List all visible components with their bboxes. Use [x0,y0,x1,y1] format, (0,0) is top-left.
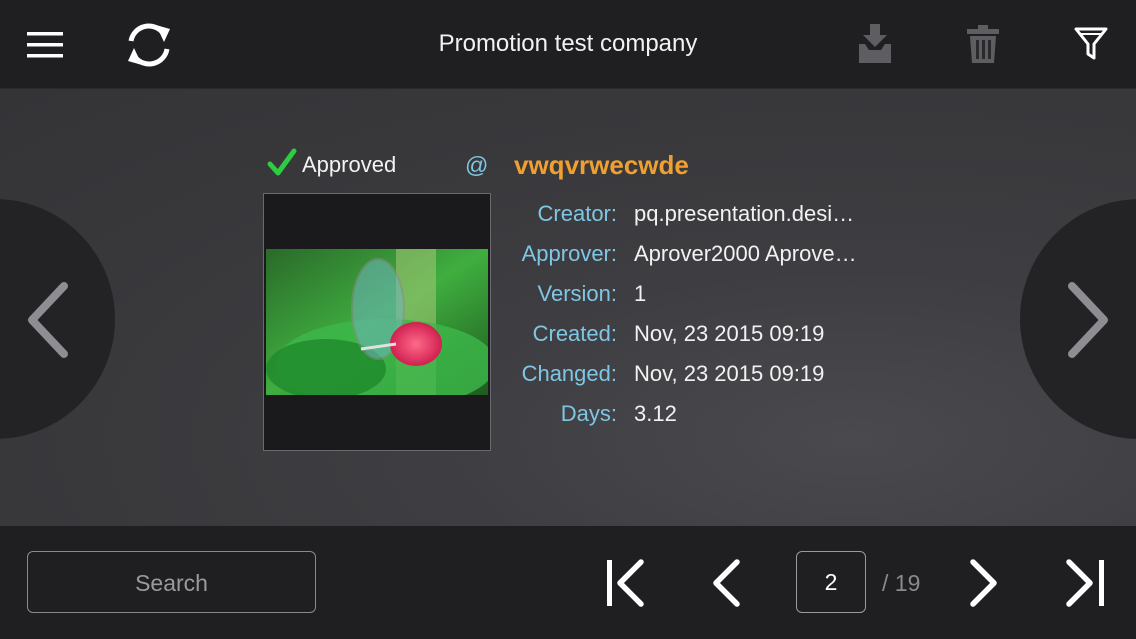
next-page-icon[interactable] [968,558,1000,608]
version-label: Version: [537,281,618,306]
download-icon[interactable] [857,24,893,64]
created-value: Nov, 23 2015 09:19 [634,321,825,346]
previous-item-chevron-icon[interactable] [26,282,70,358]
created-label: Created: [532,321,617,346]
days-label: Days: [560,401,617,426]
last-page-icon[interactable] [1064,558,1106,608]
approved-check-icon [267,148,297,176]
creator-label: Creator: [537,201,617,226]
butterfly-image [266,249,488,395]
approver-label: Approver: [521,241,617,266]
version-value: 1 [634,281,647,306]
status-label: Approved [302,152,397,177]
filter-icon[interactable] [1074,27,1108,61]
at-symbol: @ [465,152,489,178]
previous-page-icon[interactable] [710,558,742,608]
first-page-icon[interactable] [605,558,647,608]
trash-icon[interactable] [967,25,999,63]
changed-value: Nov, 23 2015 09:19 [634,361,825,386]
page-number-input[interactable]: 2 [796,551,866,613]
creator-value: pq.presentation.desi… [634,201,855,226]
approver-value: Aprover2000 Aprove… [634,241,857,266]
job-name[interactable]: vwqvrwecwde [514,150,689,181]
next-item-chevron-icon[interactable] [1066,282,1110,358]
page-title: Promotion test company [438,30,698,57]
days-value: 3.12 [634,401,677,426]
search-button[interactable]: Search [27,551,316,613]
page-total: / 19 [882,570,921,596]
changed-label: Changed: [521,361,617,386]
top-toolbar: Promotion test company [0,0,1136,89]
